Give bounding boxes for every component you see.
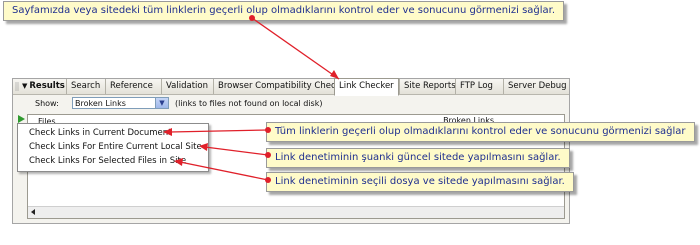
arrow-dot-item-1 (265, 127, 271, 133)
arrow-head-item-2 (199, 143, 208, 151)
arrow-head-item-3 (174, 158, 183, 166)
arrow-head-item-1 (163, 128, 172, 136)
arrow-dot-item-3 (265, 177, 271, 183)
arrow-to-link-checker-tab (251, 17, 340, 80)
arrow-head-link-checker (330, 70, 339, 79)
arrow-to-menu-item-1 (169, 129, 269, 133)
arrow-to-menu-item-2 (204, 146, 269, 156)
annotation-arrows (163, 15, 340, 183)
arrow-dot-top (249, 15, 255, 21)
arrow-dot-item-2 (265, 152, 271, 158)
arrow-to-menu-item-3 (179, 161, 269, 181)
